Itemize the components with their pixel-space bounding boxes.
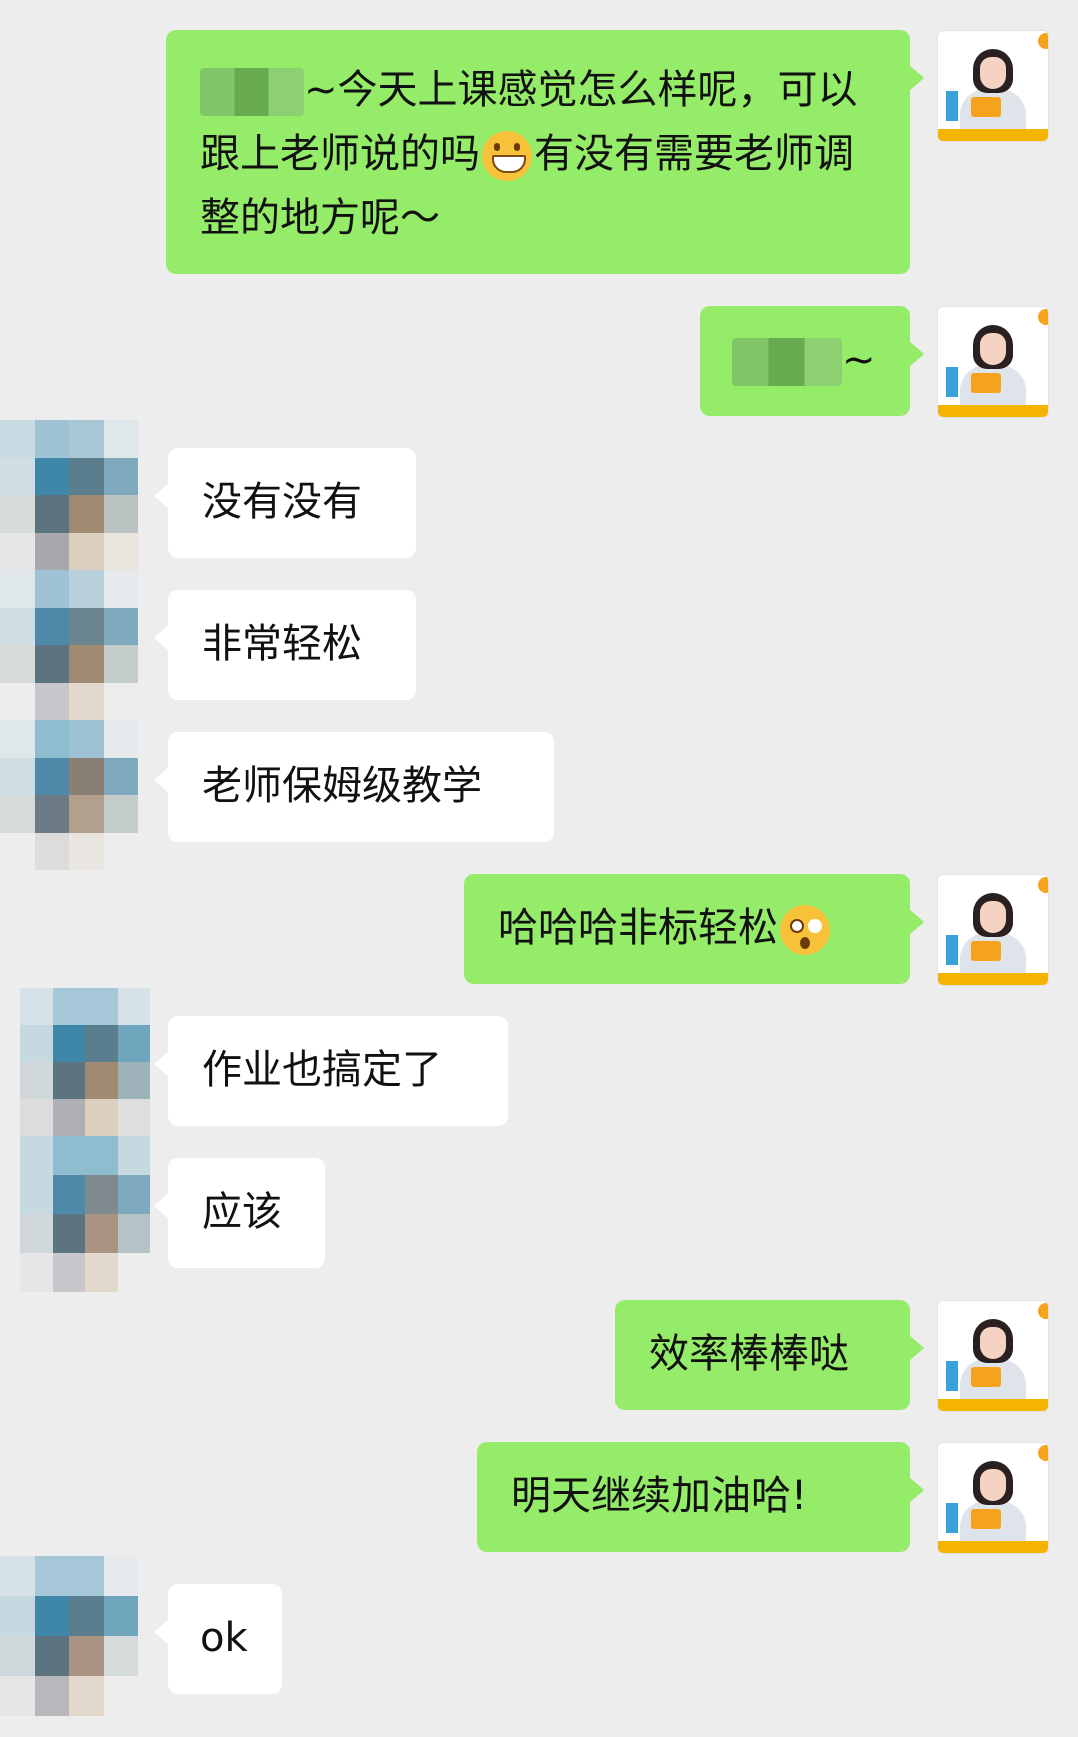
redacted-name-mosaic bbox=[732, 338, 842, 386]
message-text: ok bbox=[200, 1615, 248, 1661]
message-bubble-received[interactable]: 老师保姆级教学 bbox=[154, 732, 554, 842]
message-bubble-sent[interactable]: 效率棒棒哒 bbox=[615, 1300, 924, 1410]
message-text: 作业也搞定了 bbox=[202, 1047, 442, 1093]
teacher-avatar-icon[interactable] bbox=[937, 1442, 1049, 1554]
message-text: 非常轻松 bbox=[202, 621, 362, 667]
redacted-name-mosaic bbox=[200, 68, 304, 116]
message-bubble-sent[interactable]: ~今天上课感觉怎么样呢，可以跟上老师说的吗 有没有需要老师调整的地方呢～ bbox=[166, 30, 924, 274]
message-text: 明天继续加油哈! bbox=[511, 1473, 808, 1519]
teacher-avatar-icon[interactable] bbox=[937, 30, 1049, 142]
pixelated-avatar-icon[interactable] bbox=[0, 720, 138, 870]
message-text: 应该 bbox=[202, 1189, 282, 1235]
message-text: 哈哈哈非标轻松 bbox=[498, 905, 778, 951]
message-bubble-sent[interactable]: 哈哈哈非标轻松 bbox=[464, 874, 924, 984]
message-bubble-received[interactable]: 非常轻松 bbox=[154, 590, 416, 700]
grin-icon bbox=[482, 131, 532, 181]
teacher-avatar-icon[interactable] bbox=[937, 1300, 1049, 1412]
message-bubble-received[interactable]: 应该 bbox=[154, 1158, 325, 1268]
pixelated-avatar-icon[interactable] bbox=[20, 1136, 150, 1292]
pixelated-avatar-icon[interactable] bbox=[0, 570, 138, 720]
message-bubble-received[interactable]: ok bbox=[154, 1584, 282, 1694]
message-bubble-sent[interactable]: 明天继续加油哈! bbox=[477, 1442, 924, 1552]
pixelated-avatar-icon[interactable] bbox=[20, 988, 150, 1136]
message-bubble-received[interactable]: 作业也搞定了 bbox=[154, 1016, 508, 1126]
pixelated-avatar-icon[interactable] bbox=[0, 1556, 138, 1716]
message-bubble-received[interactable]: 没有没有 bbox=[154, 448, 416, 558]
teacher-avatar-icon[interactable] bbox=[937, 874, 1049, 986]
chat-window: ~今天上课感觉怎么样呢，可以跟上老师说的吗 有没有需要老师调整的地方呢～ ~ 没有… bbox=[0, 0, 1078, 1737]
message-text: 效率棒棒哒 bbox=[649, 1331, 849, 1377]
message-text: 没有没有 bbox=[202, 479, 362, 525]
shocked-icon bbox=[780, 905, 830, 955]
pixelated-avatar-icon[interactable] bbox=[0, 420, 138, 570]
message-text: 老师保姆级教学 bbox=[202, 763, 482, 809]
teacher-avatar-icon[interactable] bbox=[937, 306, 1049, 418]
message-text: ~ bbox=[842, 337, 876, 383]
message-bubble-sent[interactable]: ~ bbox=[700, 306, 924, 416]
